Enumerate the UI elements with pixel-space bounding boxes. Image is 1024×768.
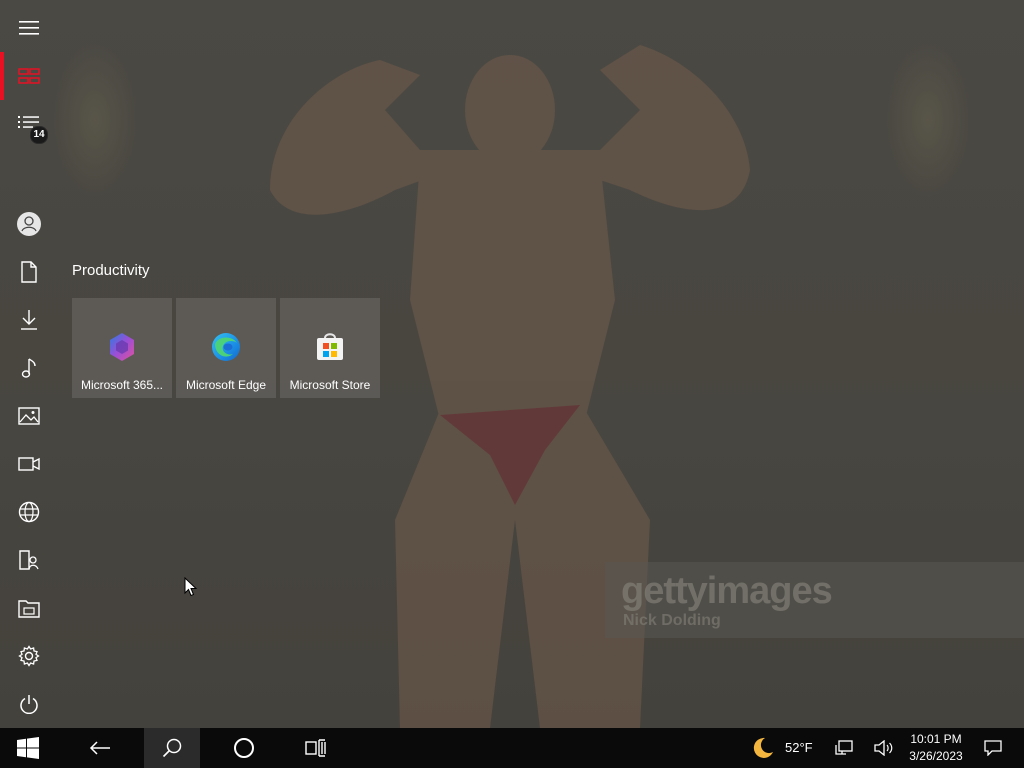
tile-microsoft-365[interactable]: Microsoft 365... [72,298,172,398]
mouse-cursor-icon [184,577,198,597]
start-button[interactable] [0,728,56,768]
user-folder-icon [19,550,39,570]
cortana-button[interactable] [216,728,272,768]
globe-icon [18,501,40,523]
video-icon [18,457,40,471]
all-apps-button[interactable]: 14 [0,100,58,148]
pictures-button[interactable] [0,392,58,440]
tiles-icon [18,68,40,84]
weather-widget[interactable] [740,728,786,768]
picture-icon [18,407,40,425]
download-icon [21,310,37,330]
search-button[interactable] [144,728,200,768]
weather-temperature[interactable]: 52°F [785,740,813,755]
action-center-button[interactable] [976,728,1010,768]
back-arrow-icon [89,741,110,755]
settings-button[interactable] [0,632,58,680]
volume-icon [874,740,893,756]
tile-microsoft-store[interactable]: Microsoft Store [280,298,380,398]
file-explorer-button[interactable] [0,584,58,632]
account-button[interactable] [0,200,58,248]
network-button[interactable] [0,488,58,536]
moon-icon [753,737,773,758]
watermark: gettyimages Nick Dolding [605,562,1024,638]
expand-menu-button[interactable] [0,4,58,52]
start-menu-rail: 14 [0,0,58,728]
desktop: gettyimages Nick Dolding 14 Productivity… [0,0,1024,768]
clock-date: 3/26/2023 [909,749,963,763]
videos-button[interactable] [0,440,58,488]
tile-label: Microsoft 365... [80,378,164,392]
windows-logo-icon [17,737,39,759]
documents-button[interactable] [0,248,58,296]
clock[interactable]: 10:01 PM 3/26/2023 [902,731,970,765]
clock-time: 10:01 PM [910,732,962,746]
tasks-badge: 14 [30,126,48,144]
volume-tray-button[interactable] [868,728,900,768]
tile-microsoft-edge[interactable]: Microsoft Edge [176,298,276,398]
tile-label: Microsoft Store [289,378,371,392]
task-view-button[interactable] [288,728,344,768]
microsoft-365-icon [110,333,134,361]
taskbar: 52°F 10:01 PM 3/26/2023 [0,728,1024,768]
task-view-icon [305,739,326,757]
file-explorer-icon [18,600,40,618]
user-avatar-icon [17,212,41,236]
power-button[interactable] [0,680,58,728]
notification-icon [984,740,1002,756]
hamburger-icon [19,21,39,35]
search-icon [162,738,182,758]
store-icon [317,333,343,360]
gear-icon [18,645,40,667]
cortana-icon [234,738,254,758]
music-button[interactable] [0,344,58,392]
document-icon [21,261,37,283]
power-icon [20,695,38,714]
downloads-button[interactable] [0,296,58,344]
watermark-credit: Nick Dolding [623,612,721,629]
network-tray-button[interactable] [828,728,860,768]
tile-group-title[interactable]: Productivity [72,262,150,279]
edge-icon [212,333,240,361]
tiles-view-button[interactable] [0,52,58,100]
watermark-brand: gettyimages [621,570,833,612]
back-button[interactable] [72,728,128,768]
tile-label: Microsoft Edge [185,378,267,392]
personal-folder-button[interactable] [0,536,58,584]
network-icon [835,740,853,755]
music-icon [21,358,36,378]
